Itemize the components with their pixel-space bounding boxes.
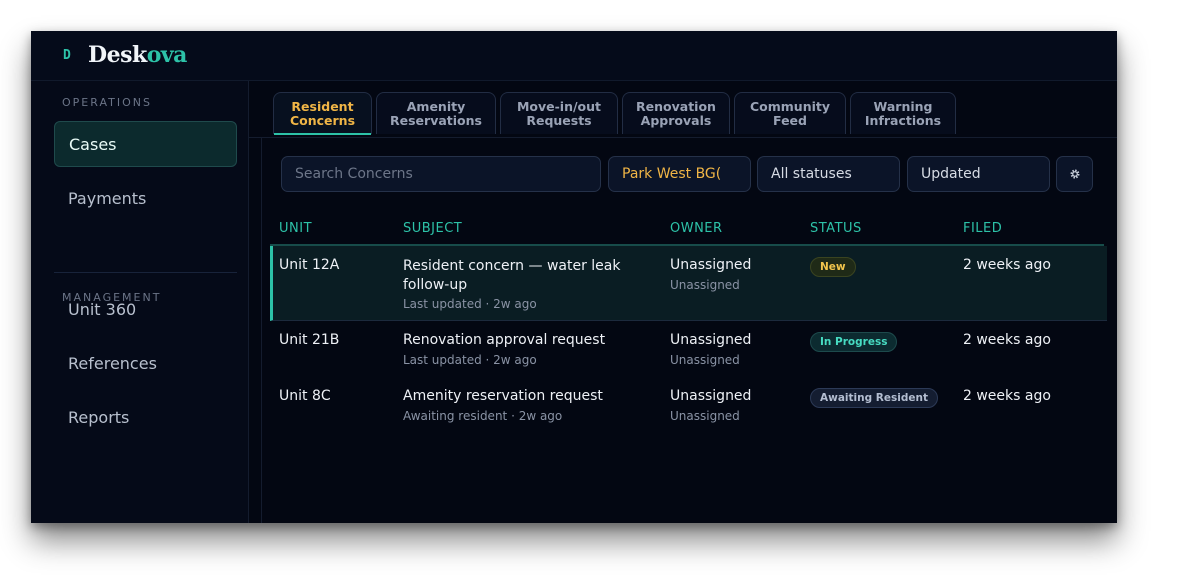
row-owner: Unassigned [670, 257, 752, 273]
row-owner: Unassigned [670, 388, 752, 404]
tab-amenity-reservations[interactable]: Amenity Reservations [376, 92, 496, 134]
sidebar-item-references[interactable]: References [54, 340, 237, 386]
brand-name-part1: Desk [88, 42, 147, 68]
sidebar: OPERATIONS Cases Payments MANAGEMENT Uni… [31, 81, 249, 523]
tab-bar: Resident Concerns Amenity Reservations M… [249, 81, 1117, 138]
sidebar-item-cases[interactable]: Cases [54, 121, 237, 167]
column-header-owner[interactable]: OWNER [670, 221, 723, 236]
row-owner: Unassigned [670, 332, 752, 348]
sort-select[interactable]: Updated [907, 156, 1050, 192]
sidebar-item-unit-360[interactable]: Unit 360 [54, 286, 237, 332]
row-filed: 2 weeks ago [963, 257, 1051, 273]
row-filed: 2 weeks ago [963, 332, 1051, 348]
row-unit: Unit 21B [279, 332, 340, 348]
table-row[interactable]: Unit 8C Amenity reservation request Awai… [270, 377, 1104, 433]
table-row[interactable]: Unit 12A Resident concern — water leak f… [270, 246, 1107, 321]
row-owner-sub: Unassigned [670, 353, 740, 367]
cases-panel: Search Concerns Park West BG( All status… [261, 138, 1117, 523]
row-owner-sub: Unassigned [670, 278, 740, 292]
table-row[interactable]: Unit 21B Renovation approval request Las… [270, 321, 1104, 377]
row-subject-meta: Last updated · 2w ago [403, 353, 537, 367]
gear-icon [1070, 169, 1079, 179]
property-filter-select[interactable]: Park West BG( [608, 156, 751, 192]
column-header-unit[interactable]: UNIT [279, 221, 312, 236]
sidebar-item-reports[interactable]: Reports [54, 394, 237, 440]
sidebar-item-label: References [68, 353, 157, 373]
tab-move-in-out-requests[interactable]: Move-in/out Requests [500, 92, 618, 134]
logo-mark-icon: D [63, 48, 71, 63]
main-content: Resident Concerns Amenity Reservations M… [249, 81, 1117, 523]
sidebar-divider [54, 272, 237, 273]
row-unit: Unit 8C [279, 388, 331, 404]
table-settings-button[interactable] [1056, 156, 1093, 192]
status-badge: New [810, 257, 856, 277]
operations-section-label: OPERATIONS [62, 96, 152, 109]
search-input[interactable]: Search Concerns [281, 156, 601, 192]
row-subject: Renovation approval request [403, 332, 606, 348]
top-bar: D Deskova [31, 31, 1117, 81]
brand-logo[interactable]: Deskova [88, 42, 187, 68]
brand-name-part2: ova [146, 42, 188, 68]
row-subject-meta: Awaiting resident · 2w ago [403, 409, 563, 423]
tab-community-feed[interactable]: Community Feed [734, 92, 846, 134]
status-badge: In Progress [810, 332, 898, 352]
tab-renovation-approvals[interactable]: Renovation Approvals [622, 92, 730, 134]
status-badge: Awaiting Resident [810, 388, 938, 408]
status-filter-select[interactable]: All statuses [757, 156, 900, 192]
row-unit: Unit 12A [279, 257, 340, 273]
sidebar-item-label: Unit 360 [68, 299, 137, 319]
column-header-subject[interactable]: SUBJECT [403, 221, 462, 236]
row-subject: Amenity reservation request [403, 388, 603, 404]
row-owner-sub: Unassigned [670, 409, 740, 423]
sidebar-item-payments[interactable]: Payments [54, 175, 237, 221]
app-window: D Deskova OPERATIONS Cases Payments MANA… [31, 31, 1117, 523]
row-subject: Resident concern — water leak follow-up [403, 258, 621, 293]
row-subject-meta: Last updated · 2w ago [403, 297, 537, 311]
row-filed: 2 weeks ago [963, 388, 1051, 404]
sidebar-item-label: Reports [68, 407, 130, 427]
tab-warning-infractions[interactable]: Warning Infractions [850, 92, 956, 134]
tab-resident-concerns[interactable]: Resident Concerns [273, 92, 372, 135]
column-header-status[interactable]: STATUS [810, 221, 862, 236]
column-header-filed[interactable]: FILED [963, 221, 1002, 236]
